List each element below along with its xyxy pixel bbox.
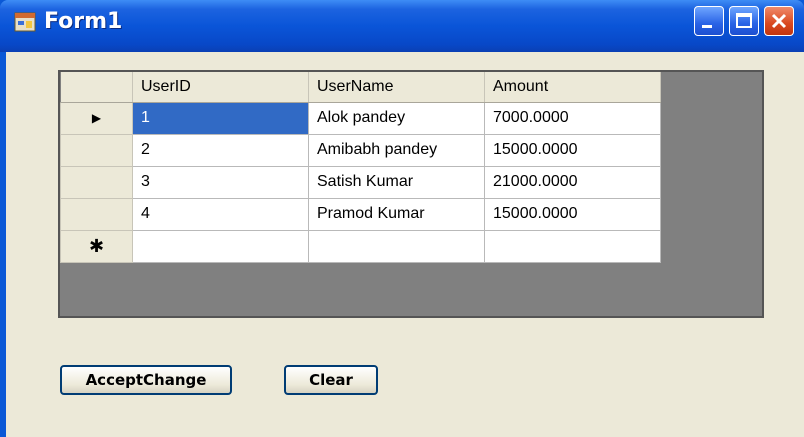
window: Form1 UserID UserName Amount ▶ 1 Alok pa… [0,0,804,437]
minimize-button[interactable] [694,6,724,36]
grid-header-row: UserID UserName Amount [60,72,661,103]
close-button[interactable] [764,6,794,36]
table-row[interactable]: 4 Pramod Kumar 15000.0000 [60,197,661,231]
cell-userid[interactable]: 2 [132,133,309,167]
row-selector-icon[interactable]: ▶ [60,101,133,135]
new-row[interactable]: ✱ [60,229,661,263]
window-title: Form1 [44,9,123,34]
cell-amount[interactable]: 15000.0000 [484,133,661,167]
cell-amount[interactable]: 7000.0000 [484,101,661,135]
cell-username[interactable]: Alok pandey [308,101,485,135]
new-cell-amount[interactable] [484,229,661,263]
column-header-username[interactable]: UserName [308,72,485,103]
form-client-area: UserID UserName Amount ▶ 1 Alok pandey 7… [6,52,804,437]
cell-userid[interactable]: 3 [132,165,309,199]
form-app-icon [14,12,36,32]
maximize-button[interactable] [729,6,759,36]
table-row[interactable]: 3 Satish Kumar 21000.0000 [60,165,661,199]
new-cell-username[interactable] [308,229,485,263]
table-row[interactable]: 2 Amibabh pandey 15000.0000 [60,133,661,167]
cell-amount[interactable]: 21000.0000 [484,165,661,199]
data-grid[interactable]: UserID UserName Amount ▶ 1 Alok pandey 7… [58,70,764,318]
title-bar[interactable]: Form1 [0,0,804,52]
cell-username[interactable]: Satish Kumar [308,165,485,199]
cell-userid[interactable]: 4 [132,197,309,231]
cell-userid[interactable]: 1 [132,101,309,135]
row-header[interactable] [60,197,133,231]
close-icon [771,13,787,29]
cell-amount[interactable]: 15000.0000 [484,197,661,231]
minimize-icon [702,25,712,28]
new-cell-userid[interactable] [132,229,309,263]
row-header[interactable] [60,165,133,199]
row-header[interactable] [60,133,133,167]
row-header-corner[interactable] [60,72,133,103]
clear-button[interactable]: Clear [284,365,378,395]
accept-change-button[interactable]: AcceptChange [60,365,232,395]
column-header-amount[interactable]: Amount [484,72,661,103]
table-row[interactable]: ▶ 1 Alok pandey 7000.0000 [60,101,661,135]
column-header-userid[interactable]: UserID [132,72,309,103]
cell-username[interactable]: Pramod Kumar [308,197,485,231]
new-row-star-icon[interactable]: ✱ [60,229,133,263]
maximize-icon [736,13,752,28]
grid-table: UserID UserName Amount ▶ 1 Alok pandey 7… [60,72,661,263]
cell-username[interactable]: Amibabh pandey [308,133,485,167]
